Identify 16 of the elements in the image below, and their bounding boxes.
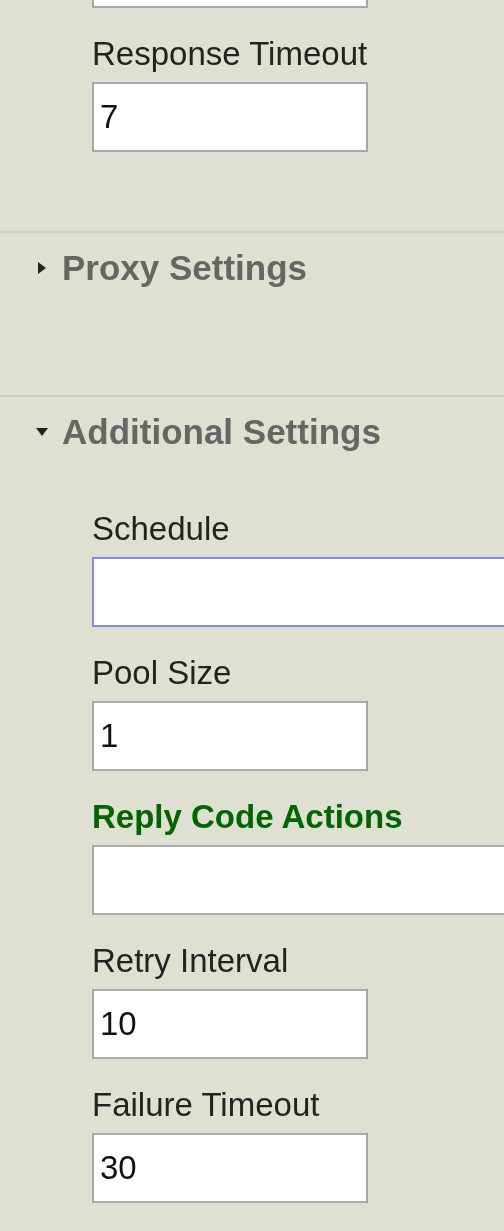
field-label: Pool Size: [92, 653, 232, 693]
input-field[interactable]: 10: [92, 989, 368, 1059]
input-field[interactable]: 1: [92, 701, 368, 771]
field-label: Reply Code Actions: [92, 797, 403, 837]
section-title[interactable]: Additional Settings: [62, 412, 381, 452]
field-label: Schedule: [92, 509, 230, 549]
input-field[interactable]: 30: [92, 1133, 368, 1203]
field-label: Retry Interval: [92, 941, 289, 981]
field-label: Failure Timeout: [92, 1085, 320, 1125]
field-label: Response Timeout: [92, 34, 368, 74]
input-field[interactable]: 7: [92, 82, 368, 152]
section-title[interactable]: Proxy Settings: [62, 248, 308, 288]
input-field[interactable]: [92, 845, 504, 915]
caret-right-icon[interactable]: [36, 262, 48, 274]
caret-down-icon[interactable]: [36, 426, 48, 438]
input-field[interactable]: [92, 557, 504, 627]
